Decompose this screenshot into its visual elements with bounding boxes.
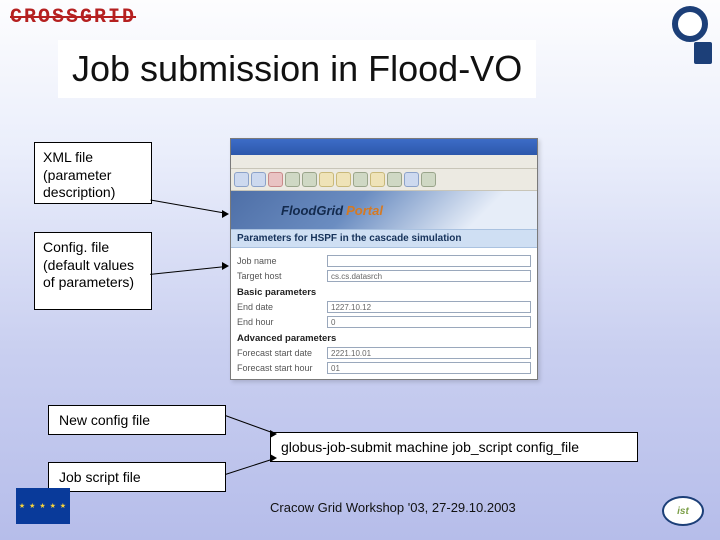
- arrow-script-to-cmd: [225, 458, 275, 475]
- toolbar-home-icon: [302, 172, 317, 187]
- ist-logo: ist: [662, 496, 704, 526]
- arrowhead-2: [222, 262, 229, 270]
- toolbar-fav-icon: [336, 172, 351, 187]
- toolbar-hist-icon: [353, 172, 368, 187]
- portal-screenshot: FloodGrid Portal Parameters for HSPF in …: [230, 138, 538, 380]
- arrowhead-4: [270, 454, 277, 462]
- browser-toolbar: [231, 169, 537, 191]
- toolbar-search-icon: [319, 172, 334, 187]
- toolbar-mail-icon: [370, 172, 385, 187]
- portal-banner: FloodGrid Portal: [231, 191, 537, 229]
- toolbar-forward-icon: [251, 172, 266, 187]
- fcstart-input[interactable]: 2221.10.01: [327, 347, 531, 359]
- target-label: Target host: [237, 271, 327, 281]
- config-file-box: Config. file (default values of paramete…: [34, 232, 152, 310]
- fchour-input[interactable]: 01: [327, 362, 531, 374]
- xml-file-box: XML file (parameter description): [34, 142, 152, 204]
- new-config-box: New config file: [48, 405, 226, 435]
- slide-title: Job submission in Flood-VO: [58, 40, 536, 98]
- enddate-input[interactable]: 1227.10.12: [327, 301, 531, 313]
- arrow-cfg-to-portal: [150, 266, 225, 275]
- arrow-xml-to-portal: [150, 199, 224, 213]
- jobname-label: Job name: [237, 256, 327, 266]
- toolbar-stop-icon: [268, 172, 283, 187]
- adv-params-heading: Advanced parameters: [237, 333, 531, 344]
- endhour-label: End hour: [237, 317, 327, 327]
- toolbar-discuss-icon: [421, 172, 436, 187]
- portal-section-title: Parameters for HSPF in the cascade simul…: [231, 229, 537, 248]
- eu-stars: ★ ★ ★ ★ ★: [19, 502, 67, 510]
- banner-floodgrid: FloodGrid: [281, 203, 343, 218]
- portal-form: Job name Target host cs.cs.datasrch Basi…: [231, 248, 537, 381]
- crossgrid-logo: CROSSGRID: [10, 6, 136, 29]
- eu-flag-icon: ★ ★ ★ ★ ★: [16, 488, 70, 524]
- toolbar-print-icon: [387, 172, 402, 187]
- browser-titlebar: [231, 139, 537, 155]
- toolbar-refresh-icon: [285, 172, 300, 187]
- fcstart-label: Forecast start date: [237, 348, 327, 358]
- fchour-label: Forecast start hour: [237, 363, 327, 373]
- arrowhead-3: [270, 430, 277, 438]
- job-script-box: Job script file: [48, 462, 226, 492]
- footer-citation: Cracow Grid Workshop '03, 27-29.10.2003: [270, 500, 516, 515]
- arrow-newcfg-to-cmd: [225, 415, 274, 434]
- target-input[interactable]: cs.cs.datasrch: [327, 270, 531, 282]
- enddate-label: End date: [237, 302, 327, 312]
- toolbar-edit-icon: [404, 172, 419, 187]
- org-circle-logo: [672, 6, 708, 42]
- jobname-input[interactable]: [327, 255, 531, 267]
- browser-menubar: [231, 155, 537, 169]
- basic-params-heading: Basic parameters: [237, 287, 531, 298]
- arrowhead-1: [222, 210, 229, 218]
- endhour-input[interactable]: 0: [327, 316, 531, 328]
- globus-command-box: globus-job-submit machine job_script con…: [270, 432, 638, 462]
- banner-portal: Portal: [346, 203, 383, 218]
- toolbar-back-icon: [234, 172, 249, 187]
